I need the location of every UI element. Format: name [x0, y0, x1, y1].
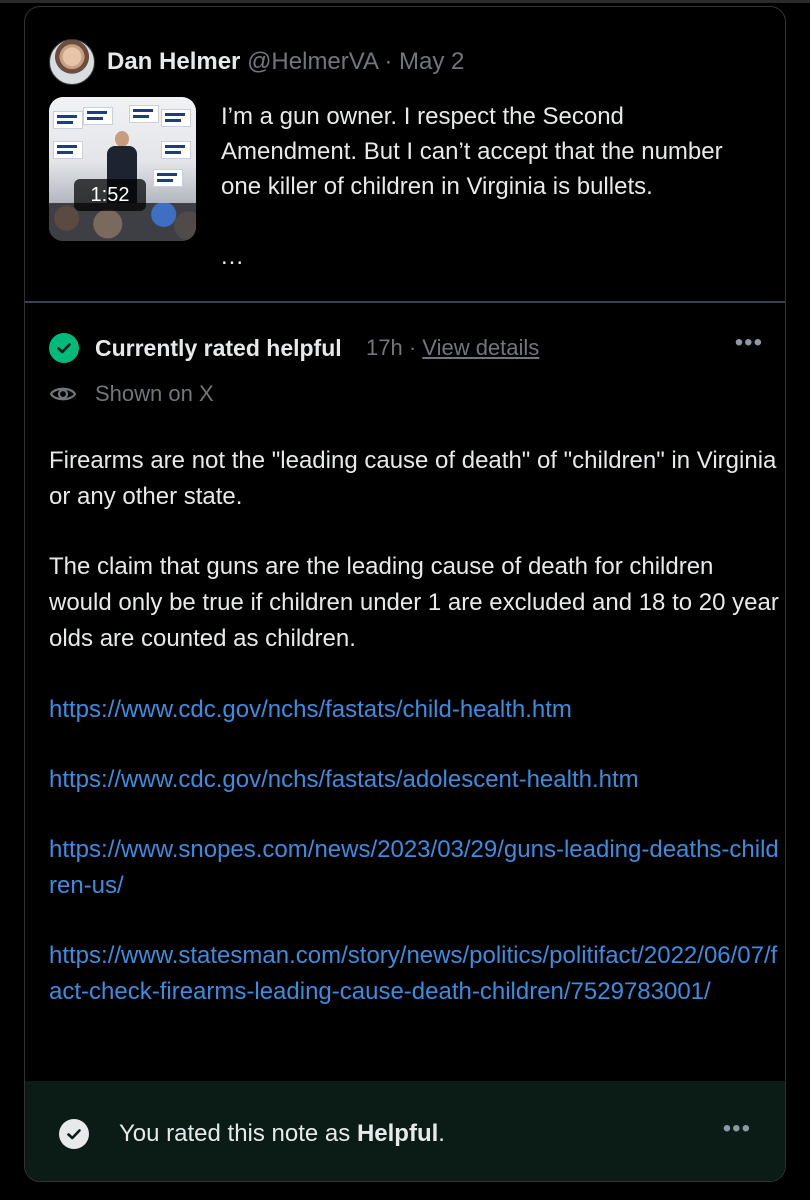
- meta-separator: ·: [384, 48, 393, 75]
- source-link[interactable]: https://www.cdc.gov/nchs/fastats/child-h…: [49, 692, 779, 728]
- rated-check-icon: [59, 1119, 89, 1149]
- tweet-text: I’m a gun owner. I respect the Second Am…: [221, 103, 723, 200]
- rating-prefix: You rated this note as: [119, 1120, 357, 1147]
- note-more-button[interactable]: •••: [735, 329, 763, 357]
- rating-more-button[interactable]: •••: [723, 1115, 751, 1143]
- source-link[interactable]: https://www.cdc.gov/nchs/fastats/adolesc…: [49, 762, 779, 798]
- note-status-row: Currently rated helpful 17h · View detai…: [49, 329, 763, 365]
- note-status-label: Currently rated helpful: [95, 335, 342, 361]
- community-note-card: Dan Helmer @HelmerVA · May 2 1:52 I’m a …: [24, 6, 786, 1182]
- rating-value: Helpful: [356, 1120, 439, 1147]
- thumbnail-sign: [161, 109, 191, 127]
- rating-suffix: .: [438, 1120, 445, 1147]
- shown-on-x-label: Shown on X: [95, 381, 214, 406]
- helpful-check-icon: [49, 333, 79, 363]
- source-link[interactable]: https://www.statesman.com/story/news/pol…: [49, 938, 779, 1010]
- view-details-link[interactable]: View details: [422, 335, 539, 360]
- author-name[interactable]: Dan Helmer: [107, 48, 240, 75]
- video-thumbnail[interactable]: 1:52: [49, 97, 196, 241]
- rating-message: You rated this note as Helpful.: [119, 1117, 445, 1151]
- author-avatar[interactable]: [49, 39, 95, 85]
- eye-icon: [49, 387, 77, 401]
- note-age: 17h: [366, 335, 403, 360]
- note-paragraph: The claim that guns are the leading caus…: [49, 553, 779, 652]
- thumbnail-sign: [83, 107, 113, 125]
- rating-footer: You rated this note as Helpful. •••: [25, 1081, 785, 1181]
- show-more-ellipsis[interactable]: ...: [221, 243, 244, 271]
- source-link[interactable]: https://www.snopes.com/news/2023/03/29/g…: [49, 832, 779, 904]
- divider: [25, 301, 785, 303]
- thumbnail-sign: [129, 105, 159, 123]
- thumbnail-sign: [53, 111, 83, 129]
- thumbnail-sign: [161, 141, 191, 159]
- top-edge-line: [0, 0, 810, 3]
- meta-separator: ·: [408, 335, 417, 360]
- tweet-header: Dan Helmer @HelmerVA · May 2: [49, 39, 464, 85]
- tweet-date[interactable]: May 2: [399, 48, 464, 75]
- note-meta: 17h · View details: [366, 331, 539, 365]
- note-paragraph: Firearms are not the "leading cause of d…: [49, 447, 777, 510]
- tweet-meta: Dan Helmer @HelmerVA · May 2: [107, 48, 464, 76]
- thumbnail-sign: [53, 141, 83, 159]
- author-handle[interactable]: @HelmerVA: [247, 48, 378, 75]
- shown-on-x-row: Shown on X: [49, 379, 214, 409]
- thumbnail-sign: [153, 169, 183, 187]
- note-body: Firearms are not the "leading cause of d…: [49, 443, 779, 1010]
- video-duration-badge: 1:52: [74, 179, 146, 211]
